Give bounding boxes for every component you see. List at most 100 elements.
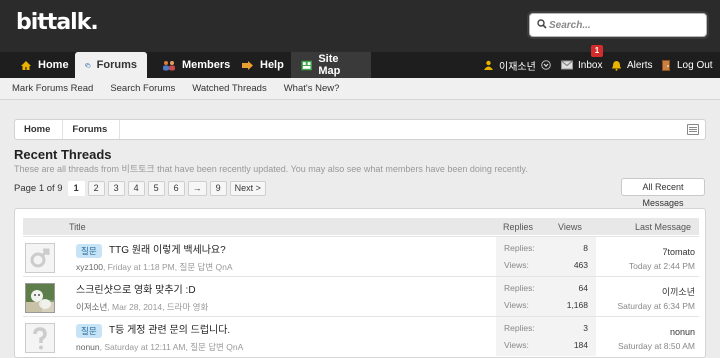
last-message: 이끼소년 Saturday at 6:34 PM — [618, 285, 696, 313]
pagination: Page 1 of 9 1 2 3 4 5 6 → 9 Next > — [14, 180, 266, 196]
page-link[interactable]: 9 — [209, 180, 227, 196]
table-row: 스크린샷으로 영화 맞추기 :D 이져소년, Mar 28, 2014, 드라마… — [23, 276, 699, 316]
help-icon — [242, 60, 253, 70]
breadcrumb-forums[interactable]: Forums — [63, 120, 121, 139]
col-replies[interactable]: Replies — [503, 222, 533, 232]
replies-label: Replies: — [504, 243, 535, 253]
last-message-date[interactable]: Saturday at 8:50 AM — [618, 339, 695, 353]
tab-members[interactable]: Members — [152, 52, 240, 78]
all-recent-messages-button[interactable]: All Recent Messages — [621, 178, 705, 208]
tab-site-map-label: Site Map — [318, 53, 341, 77]
tab-help-label: Help — [260, 59, 284, 71]
thread-title[interactable]: T등 게정 관련 문의 드럽니다. — [109, 324, 230, 338]
alerts-link[interactable]: Alerts — [611, 52, 653, 78]
thread-stats: Replies: 64 Views: 1,168 — [496, 277, 596, 316]
views-count: 1,168 — [566, 300, 588, 310]
avatar[interactable] — [25, 283, 55, 313]
tab-forums[interactable]: Forums — [75, 52, 147, 78]
page-link[interactable]: 5 — [147, 180, 165, 196]
col-views[interactable]: Views — [558, 222, 582, 232]
page-link[interactable]: 1 — [67, 180, 85, 196]
thread-forum[interactable]: 질문 답변 QnA — [190, 342, 243, 352]
thread-author[interactable]: 이져소년 — [76, 302, 107, 312]
tab-home-label: Home — [38, 59, 69, 71]
logout-icon — [662, 59, 670, 71]
tab-forums-label: Forums — [96, 59, 137, 71]
thread-author[interactable]: nonun — [76, 342, 100, 352]
thread-meta: 이져소년, Mar 28, 2014, 드라마 영화 — [76, 302, 209, 312]
whats-new-link[interactable]: What's New? — [284, 83, 340, 94]
views-count: 463 — [573, 260, 588, 270]
page-jump-link[interactable]: → — [187, 180, 207, 196]
tab-site-map[interactable]: Site Map — [291, 52, 371, 78]
last-message-date[interactable]: Saturday at 6:34 PM — [618, 299, 696, 313]
replies-count: 3 — [583, 323, 588, 333]
thread-date: Saturday at 12:11 AM — [104, 342, 186, 352]
thread-meta: xyz100, Friday at 1:18 PM, 질문 답변 QnA — [76, 262, 233, 272]
alerts-icon — [612, 60, 621, 71]
mark-forums-read-link[interactable]: Mark Forums Read — [12, 83, 93, 94]
tab-help[interactable]: Help — [232, 52, 294, 78]
last-message-user[interactable]: 7tomato — [629, 245, 695, 259]
replies-label: Replies: — [504, 283, 535, 293]
inbox-icon — [561, 60, 573, 70]
tab-home[interactable]: Home — [10, 52, 79, 78]
site-logo[interactable]: bittalk. — [16, 10, 99, 35]
next-page-link[interactable]: Next > — [229, 180, 266, 196]
last-message: 7tomato Today at 2:44 PM — [629, 245, 695, 273]
thread-forum[interactable]: 드라마 영화 — [167, 302, 208, 312]
replies-count: 8 — [583, 243, 588, 253]
members-icon — [163, 60, 175, 70]
views-count: 184 — [573, 340, 588, 350]
thread-author[interactable]: xyz100 — [76, 262, 103, 272]
page-link[interactable]: 6 — [167, 180, 185, 196]
thread-stats: Replies: 8 Views: 463 — [496, 237, 596, 276]
user-menu[interactable]: 이재소년 — [483, 52, 551, 78]
last-message-user[interactable]: 이끼소년 — [618, 285, 695, 299]
avatar-unknown-icon — [33, 327, 47, 350]
thread-list: Title Replies Views Last Message 질문 TTG … — [14, 208, 706, 358]
watched-threads-link[interactable]: Watched Threads — [192, 83, 266, 94]
home-icon — [21, 60, 31, 70]
views-label: Views: — [504, 340, 529, 350]
replies-label: Replies: — [504, 323, 535, 333]
inbox-count-badge: 1 — [591, 45, 603, 57]
thread-prefix[interactable]: 질문 — [76, 244, 102, 258]
page-description: These are all threads from 비트토크 that hav… — [14, 164, 528, 174]
thread-title[interactable]: 스크린샷으로 영화 맞추기 :D — [76, 284, 196, 298]
thread-forum[interactable]: 질문 답변 QnA — [180, 262, 233, 272]
page-title: Recent Threads — [14, 147, 112, 162]
forums-icon — [85, 62, 91, 68]
thread-date: Friday at 1:18 PM — [107, 262, 175, 272]
search-icon — [537, 19, 547, 29]
page-count-label: Page 1 of 9 — [14, 182, 63, 194]
col-last-message[interactable]: Last Message — [635, 222, 691, 232]
col-title[interactable]: Title — [69, 222, 86, 232]
sub-nav: Mark Forums Read Search Forums Watched T… — [0, 78, 720, 100]
logout-link[interactable]: Log Out — [662, 52, 713, 78]
thread-list-header: Title Replies Views Last Message — [23, 218, 699, 235]
avatar[interactable] — [25, 323, 55, 353]
page-link[interactable]: 2 — [87, 180, 105, 196]
views-label: Views: — [504, 260, 529, 270]
breadcrumb: Home Forums — [14, 119, 706, 140]
table-row: 질문 TTG 원래 이렇게 백세나요? xyz100, Friday at 1:… — [23, 236, 699, 276]
alerts-label: Alerts — [627, 59, 653, 71]
tab-members-label: Members — [182, 59, 231, 71]
last-message-user[interactable]: nonun — [618, 325, 695, 339]
thread-stats: Replies: 3 Views: 184 — [496, 317, 596, 356]
breadcrumb-home[interactable]: Home — [15, 120, 64, 139]
avatar[interactable] — [25, 243, 55, 273]
page-link[interactable]: 4 — [127, 180, 145, 196]
search-input[interactable] — [549, 17, 699, 33]
search-box[interactable] — [529, 13, 707, 37]
thread-prefix[interactable]: 질문 — [76, 324, 102, 338]
thread-title[interactable]: TTG 원래 이렇게 백세나요? — [109, 244, 226, 258]
last-message-date[interactable]: Today at 2:44 PM — [629, 259, 695, 273]
replies-count: 64 — [578, 283, 588, 293]
search-forums-link[interactable]: Search Forums — [110, 83, 175, 94]
chevron-down-icon — [541, 60, 551, 70]
user-icon — [484, 60, 493, 70]
menu-icon[interactable] — [687, 124, 699, 135]
page-link[interactable]: 3 — [107, 180, 125, 196]
